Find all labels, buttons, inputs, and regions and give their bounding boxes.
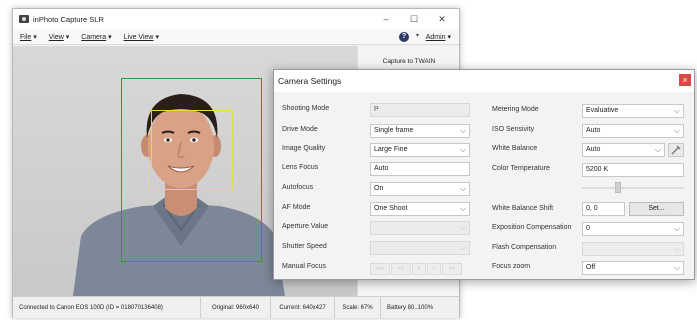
metering-mode-select[interactable]: Evaluative ⌵ [582, 104, 684, 118]
drive-mode-label: Drive Mode [282, 126, 318, 133]
shutter-speed-select: ⌵ [370, 241, 470, 255]
focus-far-1-button: < [412, 263, 426, 275]
color-temperature-label: Color Temperature [492, 165, 550, 172]
aperture-value-select: ⌵ [370, 221, 470, 235]
face-detection-box [151, 110, 233, 190]
focus-far-3-button: <<< [370, 263, 390, 275]
chevron-down-icon: ⌵ [459, 184, 466, 193]
help-icon[interactable]: ? [399, 32, 409, 42]
shooting-mode-field: P [370, 103, 470, 117]
focus-near-1-button: > [427, 263, 441, 275]
chevron-down-icon: ⌵ [459, 126, 466, 135]
status-current-size: Current: 640x427 [271, 297, 335, 318]
white-balance-shift-label: White Balance Shift [492, 205, 554, 212]
metering-mode-label: Metering Mode [492, 106, 539, 113]
slider-thumb[interactable] [615, 182, 621, 193]
flash-compensation-label: Flash Compensation [492, 244, 557, 251]
chevron-down-icon: ⌵ [459, 145, 466, 154]
chevron-down-icon: ⌵ [673, 244, 680, 253]
image-quality-label: Image Quality [282, 145, 326, 152]
af-mode-label: AF Mode [282, 204, 311, 211]
iso-sensitivity-select[interactable]: Auto ⌵ [582, 124, 684, 138]
capture-to-twain-button[interactable]: Capture to TWAIN [364, 55, 454, 69]
shutter-speed-label: Shutter Speed [282, 243, 327, 250]
af-mode-select[interactable]: One Shoot ⌵ [370, 202, 470, 216]
dialog-title-bar[interactable]: Camera Settings × [274, 70, 694, 92]
chevron-down-icon: ⌵ [459, 204, 466, 213]
chevron-down-icon: ⌵ [459, 223, 466, 232]
chevron-down-icon: ⌵ [673, 263, 680, 272]
status-bar: Connected to Canon EOS 100D (ID = 018070… [13, 296, 459, 318]
status-scale: Scale: 67% [335, 297, 381, 318]
menu-admin[interactable]: Admin ▾ [426, 33, 451, 41]
focus-zoom-select[interactable]: Off ⌵ [582, 261, 684, 275]
flash-compensation-select: ⌵ [582, 242, 684, 256]
menu-camera[interactable]: Camera ▾ [81, 33, 111, 41]
window-title: inPhoto Capture SLR [33, 14, 104, 24]
white-balance-label: White Balance [492, 145, 538, 152]
camera-settings-dialog: Camera Settings × Shooting Mode P Drive … [273, 69, 695, 280]
chevron-down-icon: ⌵ [673, 224, 680, 233]
manual-focus-label: Manual Focus [282, 263, 326, 270]
white-balance-select[interactable]: Auto ⌵ [582, 143, 665, 157]
iso-sensitivity-label: ISO Sensivity [492, 126, 535, 133]
status-battery: Battery 80..100% [387, 305, 434, 311]
image-quality-select[interactable]: Large Fine ⌵ [370, 143, 470, 157]
maximize-button[interactable]: ☐ [401, 12, 427, 26]
menu-bar: File ▾ View ▾ Camera ▾ Live View ▾ ? ▾ A… [13, 29, 459, 45]
focus-far-2-button: << [391, 263, 411, 275]
status-connection: Connected to Canon EOS 100D (ID = 018070… [13, 297, 201, 318]
focus-near-2-button: >> [442, 263, 462, 275]
dialog-title: Camera Settings [278, 76, 342, 86]
menu-file[interactable]: File ▾ [20, 33, 37, 41]
chevron-down-icon: ⌵ [673, 126, 680, 135]
color-temperature-slider[interactable] [582, 182, 684, 194]
drive-mode-select[interactable]: Single frame ⌵ [370, 124, 470, 138]
minimize-button[interactable]: – [373, 12, 399, 26]
camera-app-icon [19, 15, 29, 23]
exposition-compensation-select[interactable]: 0 ⌵ [582, 222, 684, 236]
help-dropdown-caret[interactable]: ▾ [416, 32, 419, 39]
status-original-size: Original: 960x640 [201, 297, 271, 318]
dialog-close-button[interactable]: × [679, 74, 691, 86]
eyedropper-icon[interactable] [668, 143, 684, 157]
aperture-value-label: Aperture Value [282, 223, 329, 230]
white-balance-shift-field[interactable]: 0, 0 [582, 202, 625, 216]
autofocus-label: Autofocus [282, 184, 314, 191]
close-button[interactable]: ✕ [429, 12, 455, 26]
shooting-mode-label: Shooting Mode [282, 105, 330, 112]
set-button[interactable]: Set... [629, 202, 684, 216]
chevron-down-icon: ⌵ [459, 243, 466, 252]
chevron-down-icon: ⌵ [654, 145, 661, 154]
lens-focus-field: Auto [370, 162, 470, 176]
chevron-down-icon: ⌵ [673, 106, 680, 115]
color-temperature-field[interactable]: 5200 K [582, 163, 684, 177]
menu-live-view[interactable]: Live View ▾ [124, 33, 159, 41]
slider-track [582, 187, 684, 189]
lens-focus-label: Lens Focus [282, 164, 319, 171]
autofocus-select[interactable]: On ⌵ [370, 182, 470, 196]
exposition-compensation-label: Exposition Compensation [492, 224, 572, 231]
menu-view[interactable]: View ▾ [49, 33, 70, 41]
title-bar[interactable]: inPhoto Capture SLR – ☐ ✕ [13, 9, 459, 29]
focus-zoom-label: Focus zoom [492, 263, 531, 270]
